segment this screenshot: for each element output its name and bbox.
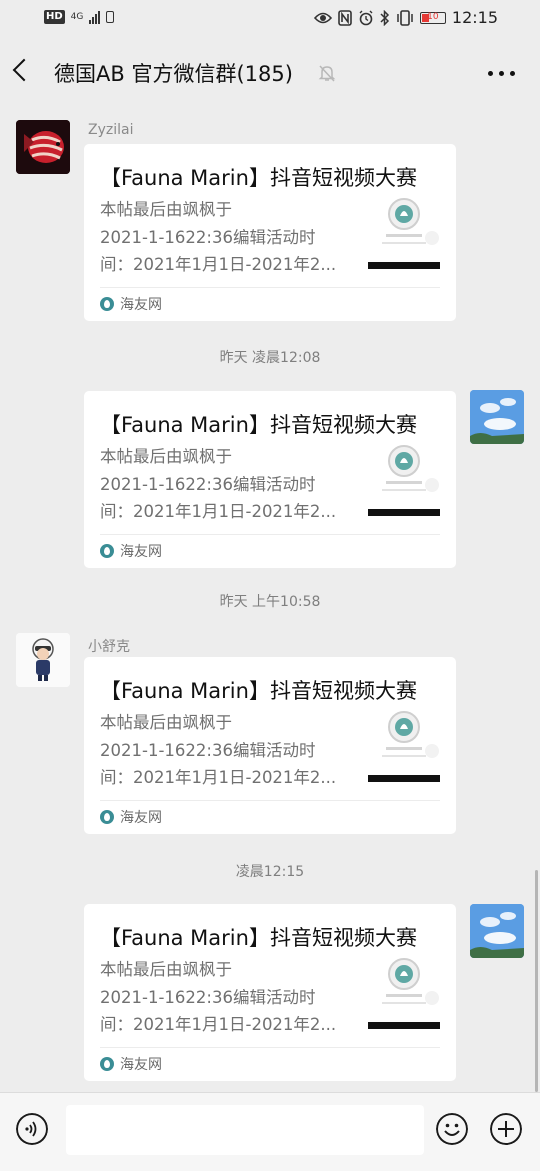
pilot-avatar[interactable]: [16, 633, 70, 687]
more-options-button[interactable]: [488, 71, 515, 76]
link-card[interactable]: 【Fauna Marin】抖音短视频大赛 本帖最后由飒枫于 2021-1-162…: [84, 144, 456, 321]
battery-level: 10: [427, 12, 439, 22]
message-input[interactable]: [66, 1105, 424, 1155]
sender-name: Zyzilai: [88, 122, 134, 138]
card-desc-line: 本帖最后由飒枫于: [100, 200, 232, 219]
link-card[interactable]: 【Fauna Marin】抖音短视频大赛 本帖最后由飒枫于 2021-1-162…: [84, 391, 456, 568]
battery-icon: 10: [419, 11, 446, 24]
card-source: 海友网: [100, 807, 162, 827]
card-description: 本帖最后由飒枫于 2021-1-1622:36编辑活动时 间：2021年1月1日…: [100, 196, 350, 279]
message-timestamp: 昨天 凌晨12:08: [219, 350, 321, 366]
source-name: 海友网: [120, 1057, 162, 1073]
card-source: 海友网: [100, 294, 162, 314]
card-desc-line: 间：2021年1月1日-2021年2...: [100, 768, 337, 787]
card-desc-line: 2021-1-1622:36编辑活动时: [100, 474, 316, 494]
card-desc-line: 间：2021年1月1日-2021年2...: [100, 255, 337, 274]
card-desc-line: 间：2021年1月1日-2021年2...: [100, 502, 337, 521]
card-title: 【Fauna Marin】抖音短视频大赛: [100, 166, 417, 190]
card-thumbnail: [368, 194, 440, 270]
card-divider: [100, 287, 440, 288]
signal-icon: [89, 10, 101, 24]
bluetooth-icon: [380, 9, 389, 26]
plus-icon[interactable]: [490, 1113, 522, 1145]
link-card[interactable]: 【Fauna Marin】抖音短视频大赛 本帖最后由飒枫于 2021-1-162…: [84, 904, 456, 1081]
alarm-icon: [359, 10, 373, 25]
vibrate-icon: [397, 9, 413, 26]
mute-bell-icon: [318, 65, 336, 82]
more-dot-icon: [499, 71, 504, 76]
card-title: 【Fauna Marin】抖音短视频大赛: [100, 926, 417, 950]
sky-avatar[interactable]: [470, 904, 524, 958]
card-desc-line: 间：2021年1月1日-2021年2...: [100, 1015, 337, 1034]
source-name: 海友网: [120, 544, 162, 560]
message-list[interactable]: Zyzilai 【Fauna Marin】抖音短视频大赛 本帖最后由飒枫于 20…: [0, 106, 540, 1092]
voice-icon[interactable]: [16, 1113, 48, 1145]
card-thumbnail: [368, 707, 440, 783]
sender-name: 小舒克: [88, 639, 130, 655]
message-timestamp: 凌晨12:15: [235, 864, 305, 880]
card-title: 【Fauna Marin】抖音短视频大赛: [100, 679, 417, 703]
status-right: 10 12:15: [313, 8, 498, 27]
site-logo-icon: [100, 810, 114, 824]
scrollbar[interactable]: [535, 870, 538, 1092]
card-desc-line: 本帖最后由飒枫于: [100, 960, 232, 979]
card-description: 本帖最后由飒枫于 2021-1-1622:36编辑活动时 间：2021年1月1日…: [100, 709, 350, 792]
card-desc-line: 本帖最后由飒枫于: [100, 713, 232, 732]
card-source: 海友网: [100, 1054, 162, 1074]
more-dot-icon: [488, 71, 493, 76]
card-source: 海友网: [100, 541, 162, 561]
card-desc-line: 本帖最后由飒枫于: [100, 447, 232, 466]
source-name: 海友网: [120, 297, 162, 313]
card-divider: [100, 800, 440, 801]
status-bar: HD 4G 10 12:15: [0, 0, 540, 40]
card-thumbnail: [368, 441, 440, 517]
hd-badge: HD: [44, 10, 65, 24]
site-logo-icon: [100, 1057, 114, 1071]
fish-avatar[interactable]: [16, 120, 70, 174]
sky-avatar[interactable]: [470, 390, 524, 444]
chat-title: 德国AB 官方微信群(185): [54, 62, 293, 86]
card-desc-line: 2021-1-1622:36编辑活动时: [100, 227, 316, 247]
link-card[interactable]: 【Fauna Marin】抖音短视频大赛 本帖最后由飒枫于 2021-1-162…: [84, 657, 456, 834]
card-thumbnail: [368, 954, 440, 1030]
card-title: 【Fauna Marin】抖音短视频大赛: [100, 413, 417, 437]
card-divider: [100, 534, 440, 535]
card-desc-line: 2021-1-1622:36编辑活动时: [100, 740, 316, 760]
nfc-icon: [338, 9, 352, 26]
source-name: 海友网: [120, 810, 162, 826]
site-logo-icon: [100, 544, 114, 558]
card-description: 本帖最后由飒枫于 2021-1-1622:36编辑活动时 间：2021年1月1日…: [100, 956, 350, 1039]
chat-header: 德国AB 官方微信群(185): [0, 40, 540, 106]
emoji-icon[interactable]: [436, 1113, 468, 1145]
site-logo-icon: [100, 297, 114, 311]
network-type: 4G: [70, 12, 84, 22]
message-timestamp: 昨天 上午10:58: [219, 594, 321, 610]
input-bar: [0, 1092, 540, 1171]
status-left: HD 4G: [44, 10, 115, 24]
sim-icon: [106, 11, 115, 23]
eye-icon: [313, 12, 332, 23]
card-description: 本帖最后由飒枫于 2021-1-1622:36编辑活动时 间：2021年1月1日…: [100, 443, 350, 526]
back-icon[interactable]: [12, 58, 36, 82]
card-divider: [100, 1047, 440, 1048]
card-desc-line: 2021-1-1622:36编辑活动时: [100, 987, 316, 1007]
more-dot-icon: [510, 71, 515, 76]
clock: 12:15: [451, 8, 498, 27]
